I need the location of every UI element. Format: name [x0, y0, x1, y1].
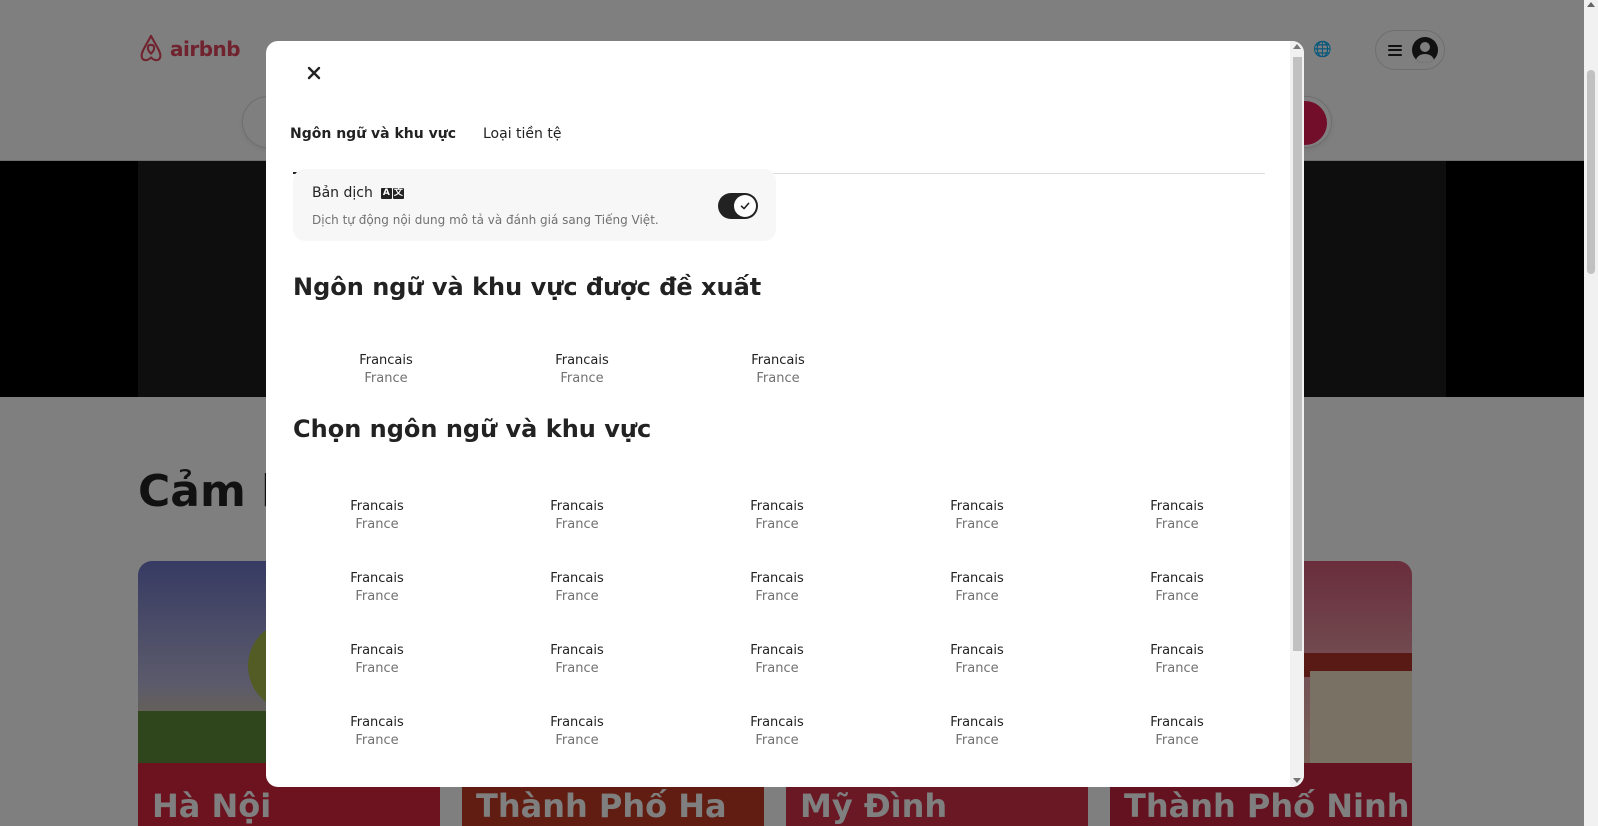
language-option[interactable]: Francais France — [507, 337, 657, 397]
language-region: France — [555, 733, 599, 748]
translation-setting: Bản dịch A文 Dịch tự động nội dung mô tả … — [293, 169, 776, 241]
language-region: France — [555, 517, 599, 532]
language-option[interactable]: Francais France — [502, 483, 652, 543]
language-option[interactable]: Francais France — [1102, 627, 1252, 687]
language-region: France — [955, 589, 999, 604]
language-option[interactable]: Francais France — [702, 627, 852, 687]
language-name: Francais — [750, 499, 804, 514]
language-region: France — [1155, 661, 1199, 676]
scroll-up-arrow-icon[interactable] — [1587, 2, 1595, 7]
scroll-up-arrow-icon[interactable] — [1293, 44, 1301, 49]
language-name: Francais — [751, 353, 805, 368]
language-name: Francais — [550, 643, 604, 658]
language-region: France — [555, 589, 599, 604]
language-name: Francais — [550, 571, 604, 586]
language-region: France — [355, 589, 399, 604]
language-option[interactable]: Francais France — [302, 555, 452, 615]
choose-section-title: Chọn ngôn ngữ và khu vực — [293, 415, 652, 443]
language-name: Francais — [750, 571, 804, 586]
language-name: Francais — [1150, 499, 1204, 514]
language-region: France — [955, 517, 999, 532]
language-name: Francais — [1150, 643, 1204, 658]
language-option[interactable]: Francais France — [1102, 699, 1252, 759]
language-option[interactable]: Francais France — [902, 699, 1052, 759]
page-scrollbar[interactable] — [1584, 0, 1598, 826]
language-region: France — [355, 517, 399, 532]
language-region: France — [755, 661, 799, 676]
language-option[interactable]: Francais France — [902, 627, 1052, 687]
language-region: France — [1155, 589, 1199, 604]
language-region: France — [1155, 733, 1199, 748]
language-option[interactable]: Francais France — [502, 627, 652, 687]
language-option[interactable]: Francais France — [311, 337, 461, 397]
suggested-section-title: Ngôn ngữ và khu vực được đề xuất — [293, 273, 762, 301]
translate-icon: A文 — [380, 187, 404, 199]
tab-currency[interactable]: Loại tiền tệ — [483, 95, 563, 173]
translation-title: Bản dịch — [312, 185, 373, 201]
language-name: Francais — [550, 499, 604, 514]
language-region: France — [555, 661, 599, 676]
language-option[interactable]: Francais France — [302, 483, 452, 543]
language-name: Francais — [359, 353, 413, 368]
language-name: Francais — [555, 353, 609, 368]
translation-toggle[interactable] — [718, 193, 758, 219]
language-name: Francais — [350, 643, 404, 658]
language-name: Francais — [1150, 715, 1204, 730]
modal-tabs: Ngôn ngữ và khu vực Loại tiền tệ — [290, 95, 1265, 174]
language-option[interactable]: Francais France — [902, 555, 1052, 615]
language-region: France — [955, 661, 999, 676]
language-region: France — [1155, 517, 1199, 532]
modal-scrollbar-thumb[interactable] — [1293, 57, 1302, 651]
language-region: France — [755, 733, 799, 748]
language-name: Francais — [950, 571, 1004, 586]
language-region: France — [355, 661, 399, 676]
scroll-down-arrow-icon[interactable] — [1293, 778, 1301, 783]
language-region: France — [560, 371, 604, 386]
language-name: Francais — [350, 715, 404, 730]
language-option[interactable]: Francais France — [1102, 483, 1252, 543]
modal-scrollbar[interactable] — [1290, 41, 1304, 787]
language-region: France — [955, 733, 999, 748]
tab-language-region[interactable]: Ngôn ngữ và khu vực — [290, 95, 456, 174]
language-name: Francais — [550, 715, 604, 730]
language-region: France — [756, 371, 800, 386]
language-region-modal: Ngôn ngữ và khu vực Loại tiền tệ Bản dịc… — [266, 41, 1304, 787]
page-scrollbar-thumb[interactable] — [1587, 70, 1595, 274]
language-option[interactable]: Francais France — [702, 555, 852, 615]
close-icon — [307, 66, 321, 80]
language-option[interactable]: Francais France — [702, 483, 852, 543]
language-name: Francais — [1150, 571, 1204, 586]
check-icon — [740, 202, 750, 210]
language-option[interactable]: Francais France — [302, 627, 452, 687]
language-option[interactable]: Francais France — [702, 699, 852, 759]
language-option[interactable]: Francais France — [302, 699, 452, 759]
language-region: France — [755, 589, 799, 604]
language-option[interactable]: Francais France — [502, 699, 652, 759]
language-name: Francais — [750, 715, 804, 730]
close-button[interactable] — [302, 61, 326, 85]
language-name: Francais — [350, 571, 404, 586]
language-region: France — [755, 517, 799, 532]
language-name: Francais — [950, 499, 1004, 514]
toggle-knob — [734, 195, 756, 217]
language-name: Francais — [750, 643, 804, 658]
language-option[interactable]: Francais France — [902, 483, 1052, 543]
language-option[interactable]: Francais France — [703, 337, 853, 397]
language-name: Francais — [950, 643, 1004, 658]
translation-title-row: Bản dịch A文 — [312, 185, 404, 201]
language-name: Francais — [350, 499, 404, 514]
language-region: France — [355, 733, 399, 748]
language-option[interactable]: Francais France — [502, 555, 652, 615]
language-name: Francais — [950, 715, 1004, 730]
language-region: France — [364, 371, 408, 386]
translation-description: Dịch tự động nội dung mô tả và đánh giá … — [312, 213, 659, 227]
language-option[interactable]: Francais France — [1102, 555, 1252, 615]
